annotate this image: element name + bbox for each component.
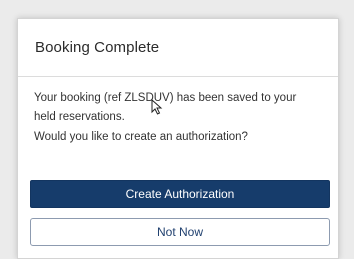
booking-complete-dialog: Booking Complete Your booking (ref ZLSDU… [17,18,339,259]
message-line-1: Your booking (ref ZLSDUV) has been saved… [34,92,297,104]
authorization-question: Would you like to create an authorizatio… [34,131,248,143]
dialog-message: Your booking (ref ZLSDUV) has been saved… [34,89,326,147]
title-divider [18,76,338,77]
dialog-title: Booking Complete [35,39,160,56]
message-line-2: held reservations. [34,111,125,123]
not-now-button[interactable]: Not Now [30,218,330,246]
mouse-pointer-icon [151,99,163,115]
create-authorization-button[interactable]: Create Authorization [30,180,330,208]
